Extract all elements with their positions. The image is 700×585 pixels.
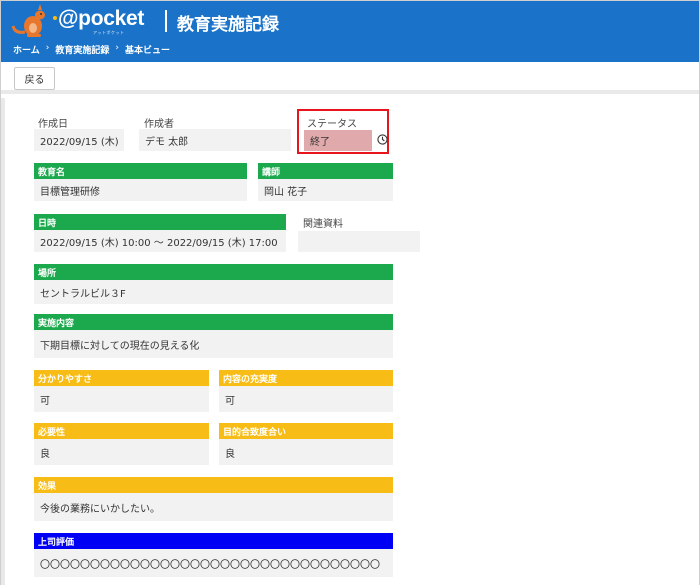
fulfillment-header: 内容の充実度 xyxy=(219,370,393,386)
clarity-field: 可 xyxy=(34,386,209,412)
fulfillment-field: 可 xyxy=(219,386,393,412)
datetime-header: 日時 xyxy=(34,214,286,230)
course-name-header: 教育名 xyxy=(34,163,247,179)
necessity-header: 必要性 xyxy=(34,423,209,439)
location-field: セントラルビル３F xyxy=(34,280,393,304)
logo-subtext: アットポケット xyxy=(93,30,125,35)
supervisor-eval-header: 上司評価 xyxy=(34,533,393,549)
goal-fit-header: 目的合致度合い xyxy=(219,423,393,439)
course-name-field: 目標管理研修 xyxy=(34,179,247,201)
logo-text: @pocket xyxy=(58,7,145,30)
creator-field: デモ 太郎 xyxy=(139,129,291,151)
instructor-field: 岡山 花子 xyxy=(258,179,393,201)
datetime-field: 2022/09/15 (木) 10:00 ～ 2022/09/15 (木) 17… xyxy=(34,230,286,252)
breadcrumb-separator: › xyxy=(115,43,119,53)
title-divider xyxy=(165,10,167,32)
status-label: ステータス xyxy=(307,119,357,130)
creator-label: 作成者 xyxy=(144,119,174,130)
breadcrumb-education-records[interactable]: 教育実施記録 xyxy=(55,43,109,56)
page-title: 教育実施記録 xyxy=(177,15,279,35)
breadcrumb-home[interactable]: ホーム xyxy=(13,43,40,56)
created-date-label: 作成日 xyxy=(38,119,68,130)
related-docs-label: 関連資料 xyxy=(303,219,343,230)
breadcrumb: ホーム › 教育実施記録 › 基本ビュー xyxy=(13,43,170,56)
instructor-header: 講師 xyxy=(258,163,393,179)
content-header: 実施内容 xyxy=(34,314,393,330)
necessity-field: 良 xyxy=(34,439,209,465)
clarity-header: 分かりやすさ xyxy=(34,370,209,386)
effect-field: 今後の業務にいかしたい。 xyxy=(34,493,393,521)
related-docs-field[interactable] xyxy=(298,231,420,252)
toolbar: 戻る xyxy=(1,62,699,94)
content-field: 下期目標に対しての現在の見える化 xyxy=(34,330,393,358)
clock-icon[interactable] xyxy=(377,134,388,145)
app-header: @pocket アットポケット 教育実施記録 ホーム › 教育実施記録 › 基本… xyxy=(1,1,699,62)
breadcrumb-separator: › xyxy=(45,43,50,53)
effect-header: 効果 xyxy=(34,477,393,493)
supervisor-eval-field: 〇〇〇〇〇〇〇〇〇〇〇〇〇〇〇〇〇〇〇〇〇〇〇〇〇〇〇〇〇〇〇〇〇〇 xyxy=(34,549,393,577)
created-date-field: 2022/09/15 (木) xyxy=(34,129,124,151)
goal-fit-field: 良 xyxy=(219,439,393,465)
location-header: 場所 xyxy=(34,264,393,280)
back-button[interactable]: 戻る xyxy=(14,67,55,90)
breadcrumb-basic-view[interactable]: 基本ビュー xyxy=(125,43,170,56)
status-field: 終了 xyxy=(304,130,372,151)
